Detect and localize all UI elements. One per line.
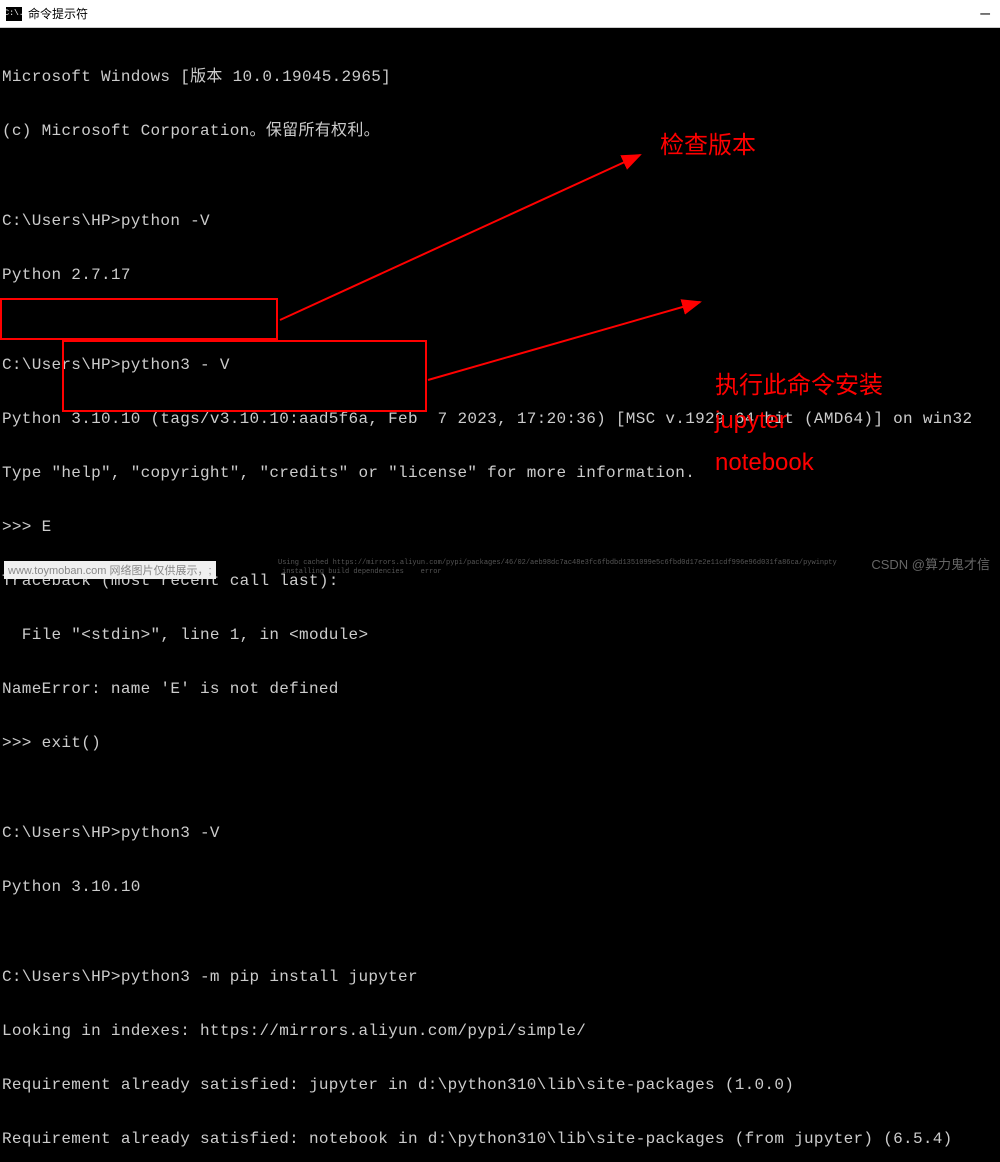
tiny-cached-text: Using cached https://mirrors.aliyun.com/… [278, 559, 837, 567]
window-titlebar: C:\. 命令提示符 — [0, 0, 1000, 28]
terminal-line: C:\Users\HP>python3 -m pip install jupyt… [2, 968, 998, 986]
tiny-error-text: installing build dependencies error [282, 568, 442, 576]
terminal-line: NameError: name 'E' is not defined [2, 680, 998, 698]
terminal-line: Python 3.10.10 (tags/v3.10.10:aad5f6a, F… [2, 410, 998, 428]
terminal-line: Requirement already satisfied: notebook … [2, 1130, 998, 1148]
terminal-line: (c) Microsoft Corporation。保留所有权利。 [2, 122, 998, 140]
terminal-line: Microsoft Windows [版本 10.0.19045.2965] [2, 68, 998, 86]
terminal-line: Looking in indexes: https://mirrors.aliy… [2, 1022, 998, 1040]
terminal-output[interactable]: Microsoft Windows [版本 10.0.19045.2965] (… [0, 28, 1000, 1162]
terminal-line: C:\Users\HP>python3 - V [2, 356, 998, 374]
terminal-line: File "<stdin>", line 1, in <module> [2, 626, 998, 644]
terminal-line: Python 2.7.17 [2, 266, 998, 284]
terminal-line: >>> E [2, 518, 998, 536]
terminal-line: C:\Users\HP>python3 -V [2, 824, 998, 842]
terminal-line: Type "help", "copyright", "credits" or "… [2, 464, 998, 482]
terminal-line: >>> exit() [2, 734, 998, 752]
terminal-line: Python 3.10.10 [2, 878, 998, 896]
watermark-left: www.toymoban.com 网络图片仅供展示，; [4, 561, 216, 579]
watermark-right: CSDN @算力鬼才信 [871, 554, 990, 573]
cmd-icon: C:\. [6, 7, 22, 21]
window-title: 命令提示符 [28, 5, 88, 22]
minimize-button[interactable]: — [980, 5, 994, 23]
terminal-line: Requirement already satisfied: jupyter i… [2, 1076, 998, 1094]
terminal-line: C:\Users\HP>python -V [2, 212, 998, 230]
titlebar-left: C:\. 命令提示符 [6, 5, 88, 22]
